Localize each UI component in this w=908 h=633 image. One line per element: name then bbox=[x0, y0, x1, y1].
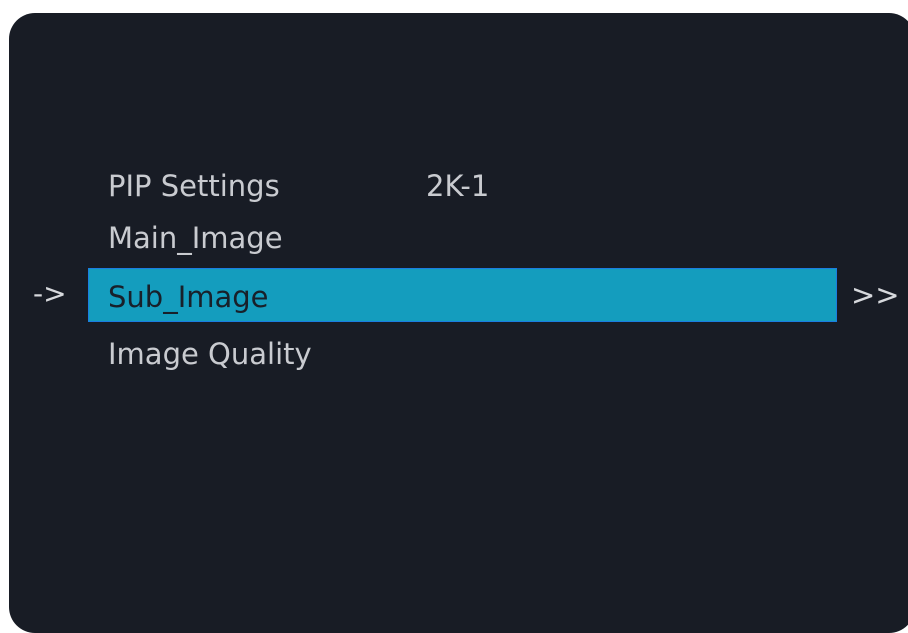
osd-menu-panel: PIP Settings 2K-1 Main_Image -> Sub_Imag… bbox=[9, 13, 908, 633]
cursor-arrow-icon: -> bbox=[33, 277, 67, 310]
menu-item-image-quality[interactable]: Image Quality bbox=[108, 340, 312, 369]
menu-title-value: 2K-1 bbox=[426, 169, 490, 203]
menu-item-sub-image[interactable]: Sub_Image bbox=[108, 283, 269, 312]
submenu-arrow-icon: >> bbox=[851, 278, 900, 312]
menu-item-main-image[interactable]: Main_Image bbox=[108, 224, 283, 253]
menu-title: PIP Settings bbox=[108, 169, 280, 203]
